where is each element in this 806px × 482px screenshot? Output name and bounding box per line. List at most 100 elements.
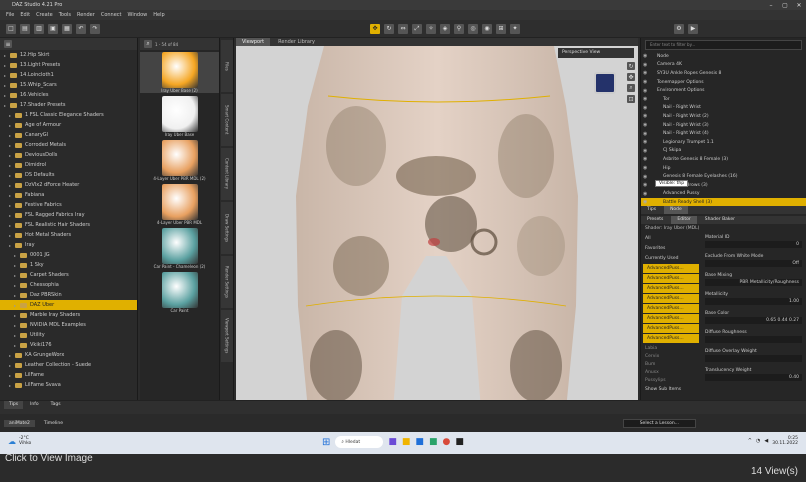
view-selector[interactable]: Perspective View — [558, 48, 634, 58]
scene-node-row[interactable]: ◉ Camera 4K — [641, 61, 806, 70]
tab-shader-baker[interactable]: Shader Baker — [699, 216, 741, 224]
menu-connect[interactable]: Connect — [101, 12, 122, 18]
tree-item[interactable]: ▸ DAZ Uber — [0, 300, 137, 310]
tree-item[interactable]: ▸ Marble Iray Shaders — [0, 310, 137, 320]
scene-node-row[interactable]: ◉ Nail - Right Wrist (2) — [641, 112, 806, 121]
tree-item[interactable]: ▸ CanaryGl — [0, 130, 137, 140]
tab-timeline[interactable]: Timeline — [39, 420, 68, 427]
menu-create[interactable]: Create — [36, 12, 53, 18]
property-control[interactable]: Metallicity 1.00 — [701, 290, 806, 305]
select-lesson-dropdown[interactable]: Select a Lesson... — [622, 418, 696, 428]
scene-filter-input[interactable]: Enter text to filter by... — [645, 40, 802, 50]
property-control[interactable]: Diffuse Roughness — [701, 328, 806, 343]
tab-tags[interactable]: Tags — [46, 401, 66, 409]
scene-node-row[interactable]: ◉ Environment Options — [641, 86, 806, 95]
scene-node-row[interactable]: ◉ Nail - Right Wrist (4) — [641, 129, 806, 138]
visibility-eye-icon[interactable]: ◉ — [643, 79, 653, 85]
tree-item[interactable]: ▸ KA GrungeWorx — [0, 350, 137, 360]
menu-edit[interactable]: Edit — [20, 12, 30, 18]
vertical-tab[interactable]: Draw Settings — [221, 202, 233, 254]
vertical-tab[interactable]: Viewport Settings — [221, 310, 233, 362]
scene-node-row[interactable]: ◉ Node — [641, 52, 806, 61]
surface-item[interactable]: Pussylips — [641, 376, 701, 384]
tab-node[interactable]: Node — [664, 206, 688, 214]
view-cube-icon[interactable] — [594, 72, 616, 94]
wifi-icon[interactable]: ◔ — [756, 438, 760, 444]
tree-item[interactable]: ▸ 17.Shader Presets — [0, 100, 137, 110]
file-explorer-icon[interactable]: ■ — [402, 437, 411, 447]
scene-node-row[interactable]: ◉ Advanced Pussy — [641, 190, 806, 199]
render-icon[interactable]: ▶ — [688, 23, 698, 34]
surface-item[interactable]: Labia — [641, 344, 701, 352]
surface-group[interactable]: AdvancedPuss... — [643, 264, 699, 273]
visibility-eye-icon[interactable]: ◉ — [643, 96, 653, 102]
visibility-eye-icon[interactable]: ◉ — [643, 148, 653, 154]
volume-icon[interactable]: ◀ — [764, 438, 768, 444]
surface-group[interactable]: AdvancedPuss... — [643, 324, 699, 333]
tree-item[interactable]: ▸ DzVlx2 dForce Heater — [0, 180, 137, 190]
property-control[interactable]: Translucency Weight 0.40 — [701, 366, 806, 381]
property-value[interactable]: 1.00 — [705, 298, 802, 305]
visibility-eye-icon[interactable]: ◉ — [643, 88, 653, 94]
tree-item[interactable]: ▸ Age of Armour — [0, 120, 137, 130]
tab-presets[interactable]: Presets — [641, 216, 669, 224]
visibility-eye-icon[interactable]: ◉ — [643, 199, 653, 205]
store-icon[interactable]: ■ — [415, 437, 424, 447]
surface-group[interactable]: AdvancedPuss... — [643, 274, 699, 283]
content-thumbnail[interactable]: 4-Layer Uber PBR MDL (2) — [140, 140, 219, 181]
property-control[interactable]: Material ID 0 — [701, 233, 806, 248]
property-value[interactable]: Off — [705, 260, 802, 267]
surface-tool-icon[interactable]: ◈ — [440, 23, 450, 34]
undo-icon[interactable]: ↶ — [76, 23, 86, 34]
transform-tool-icon[interactable]: ✥ — [370, 23, 380, 34]
visibility-eye-icon[interactable]: ◉ — [643, 165, 653, 171]
surface-group[interactable]: AdvancedPuss... — [643, 284, 699, 293]
tree-item[interactable]: ▸ LilFame Svava — [0, 380, 137, 390]
scene-node-row[interactable]: ◉ Battle Ready Shell (3) — [641, 198, 806, 206]
tree-item[interactable]: ▸ FSL Ragged Fabrics Iray — [0, 210, 137, 220]
scene-node-row[interactable]: ◉ Tor — [641, 95, 806, 104]
content-thumbnail[interactable]: 4-Layer Uber PBR MDL — [140, 184, 219, 225]
redo-icon[interactable]: ↷ — [90, 23, 100, 34]
property-value[interactable]: PBR Metallicity/Roughness — [705, 279, 802, 286]
tree-item[interactable]: ▸ Corroded Metals — [0, 140, 137, 150]
tray-chevron-icon[interactable]: ^ — [748, 438, 752, 444]
show-sub-items-checkbox[interactable]: Show Sub Items — [641, 385, 806, 394]
visibility-eye-icon[interactable]: ◉ — [643, 122, 653, 128]
tree-item[interactable]: ▸ Chessophia — [0, 280, 137, 290]
surface-filter[interactable]: Favorites — [641, 243, 701, 253]
surface-filter[interactable]: All — [641, 233, 701, 243]
rotate-tool-icon[interactable]: ↻ — [384, 23, 394, 34]
new-file-icon[interactable]: □ — [6, 23, 16, 34]
content-thumbnail[interactable]: Iray Uber Base — [140, 96, 219, 137]
menu-tools[interactable]: Tools — [59, 12, 71, 18]
tree-item[interactable]: ▸ 1 FSL Classic Elegance Shaders — [0, 110, 137, 120]
tree-item[interactable]: ▸ Leather Collection - Suede — [0, 360, 137, 370]
tree-item[interactable]: ▸ LilFame — [0, 370, 137, 380]
visibility-eye-icon[interactable]: ◉ — [643, 70, 653, 76]
minimize-icon[interactable]: – — [764, 2, 778, 9]
vertical-tab[interactable]: Smart Content — [221, 94, 233, 146]
tree-item[interactable]: ▸ DS Defaults — [0, 170, 137, 180]
visibility-eye-icon[interactable]: ◉ — [643, 53, 653, 59]
save-icon[interactable]: ▣ — [48, 23, 58, 34]
visibility-eye-icon[interactable]: ◉ — [643, 131, 653, 137]
tab-editor[interactable]: Editor — [671, 216, 697, 224]
chrome-icon[interactable]: ● — [442, 437, 450, 447]
tree-item[interactable]: ▸ 16.Vehicles — [0, 90, 137, 100]
surface-group[interactable]: AdvancedPuss... — [643, 334, 699, 343]
zoom-icon[interactable]: ⌕ — [627, 84, 635, 92]
scale-tool-icon[interactable]: ⤢ — [412, 23, 422, 34]
vertical-tab[interactable]: Files — [221, 40, 233, 92]
tree-item[interactable]: ▸ FSL Realistic Hair Shaders — [0, 220, 137, 230]
tab-render-library[interactable]: Render Library — [272, 38, 321, 46]
scene-node-row[interactable]: ◉ CJ Skipa — [641, 147, 806, 156]
tab-tips[interactable]: Tips — [641, 206, 662, 214]
tree-item[interactable]: ▸ 13.Light Presets — [0, 60, 137, 70]
tree-item[interactable]: ▸ 1 Sky — [0, 260, 137, 270]
tab-viewport[interactable]: Viewport — [236, 38, 271, 46]
visibility-eye-icon[interactable]: ◉ — [643, 113, 653, 119]
tree-item[interactable]: ▸ Daz PBRSkin — [0, 290, 137, 300]
tree-item[interactable]: ▸ 0001 JG — [0, 250, 137, 260]
3d-scene[interactable]: Perspective View ↻ ✥ ⌕ ⊡ — [236, 46, 638, 410]
